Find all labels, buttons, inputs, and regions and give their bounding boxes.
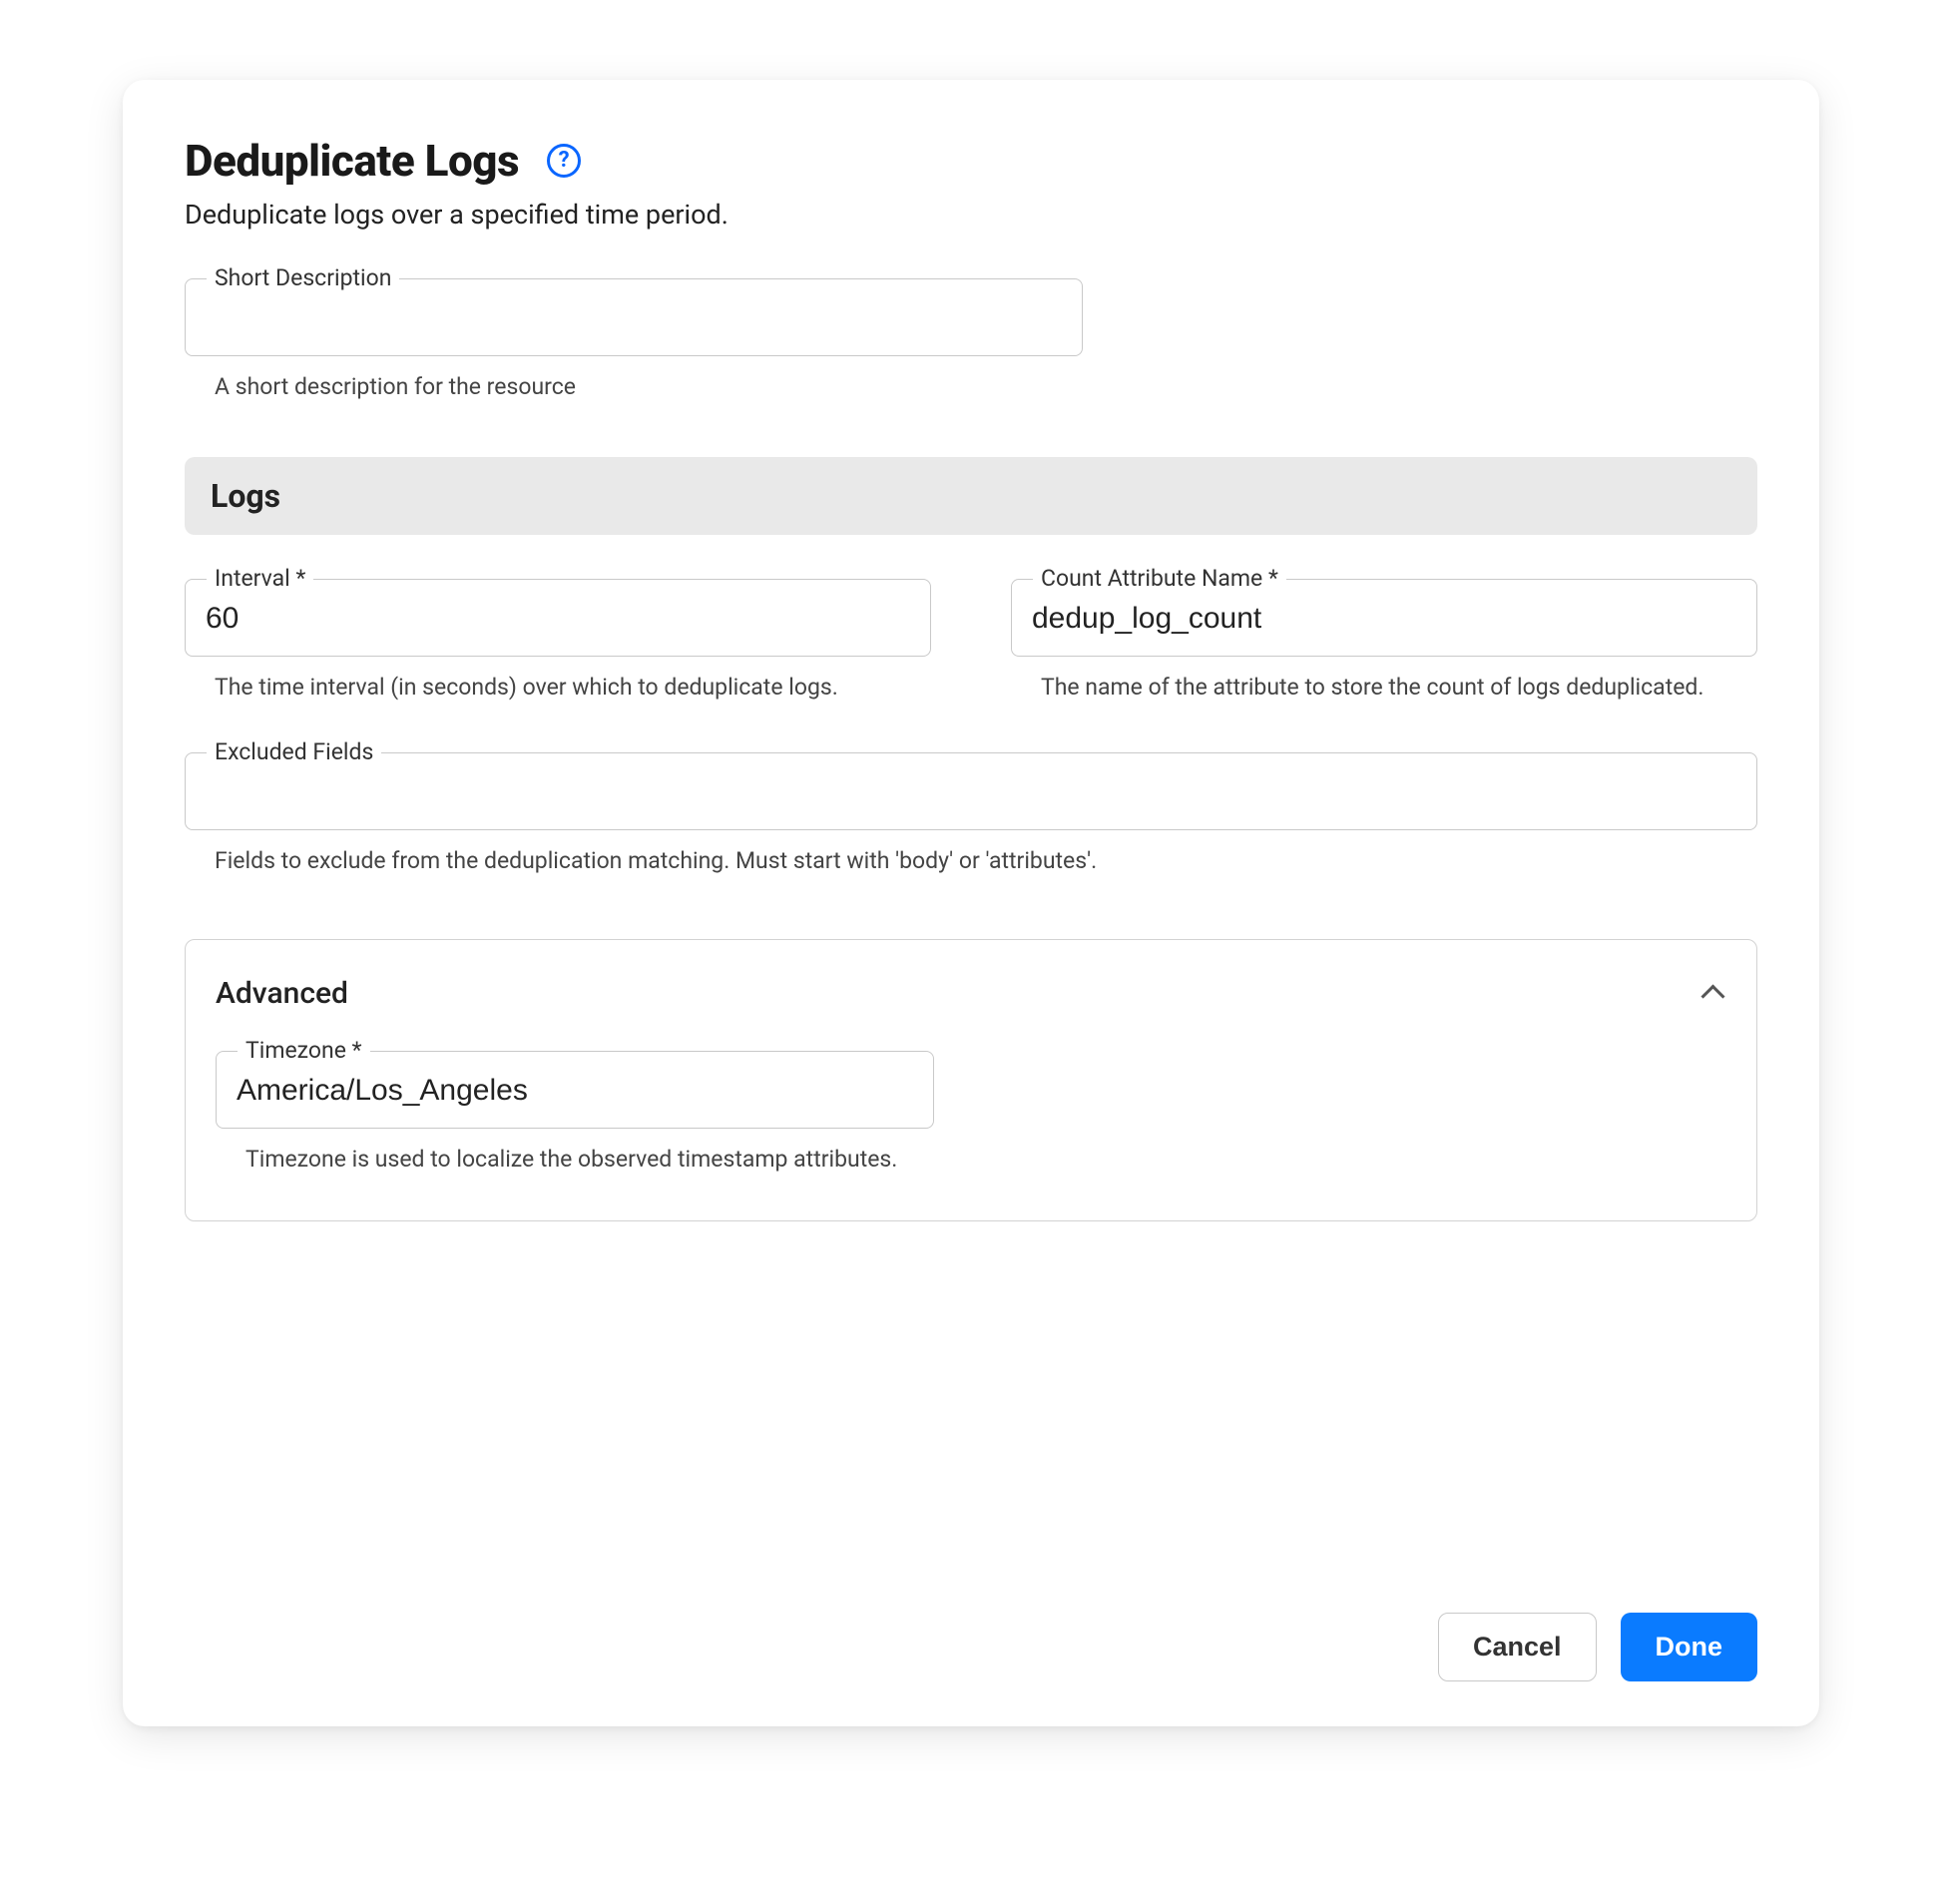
count-attr-helper: The name of the attribute to store the c… [1041, 671, 1757, 706]
timezone-field-wrap: Timezone * [216, 1051, 934, 1129]
chevron-up-icon [1700, 980, 1726, 1006]
advanced-toggle[interactable]: Advanced [216, 976, 1726, 1011]
advanced-title: Advanced [216, 976, 348, 1011]
dialog-card: Deduplicate Logs ? Deduplicate logs over… [123, 80, 1819, 1726]
short-description-field-wrap: Short Description [185, 278, 1083, 356]
dialog-footer: Cancel Done [185, 1553, 1757, 1681]
interval-label: Interval * [207, 566, 313, 591]
short-description-label: Short Description [207, 265, 399, 290]
count-attr-field-wrap: Count Attribute Name * [1011, 579, 1757, 657]
cancel-button[interactable]: Cancel [1438, 1613, 1597, 1681]
interval-field-wrap: Interval * [185, 579, 931, 657]
timezone-helper: Timezone is used to localize the observe… [245, 1143, 934, 1178]
dialog-subtitle: Deduplicate logs over a specified time p… [185, 199, 1757, 231]
short-description-helper: A short description for the resource [215, 370, 1083, 405]
advanced-section: Advanced Timezone * Timezone is used to … [185, 939, 1757, 1222]
timezone-label: Timezone * [238, 1038, 370, 1063]
excluded-fields-field-wrap: Excluded Fields [185, 752, 1757, 830]
dialog-header: Deduplicate Logs ? [185, 135, 1757, 187]
help-circle-icon[interactable]: ? [547, 144, 581, 178]
done-button[interactable]: Done [1621, 1613, 1758, 1681]
section-logs-header: Logs [185, 457, 1757, 535]
excluded-fields-input[interactable] [185, 752, 1757, 830]
dialog-title: Deduplicate Logs [185, 135, 519, 187]
excluded-fields-helper: Fields to exclude from the deduplication… [215, 844, 1757, 879]
excluded-fields-label: Excluded Fields [207, 739, 381, 764]
count-attr-label: Count Attribute Name * [1033, 566, 1286, 591]
interval-helper: The time interval (in seconds) over whic… [215, 671, 931, 706]
